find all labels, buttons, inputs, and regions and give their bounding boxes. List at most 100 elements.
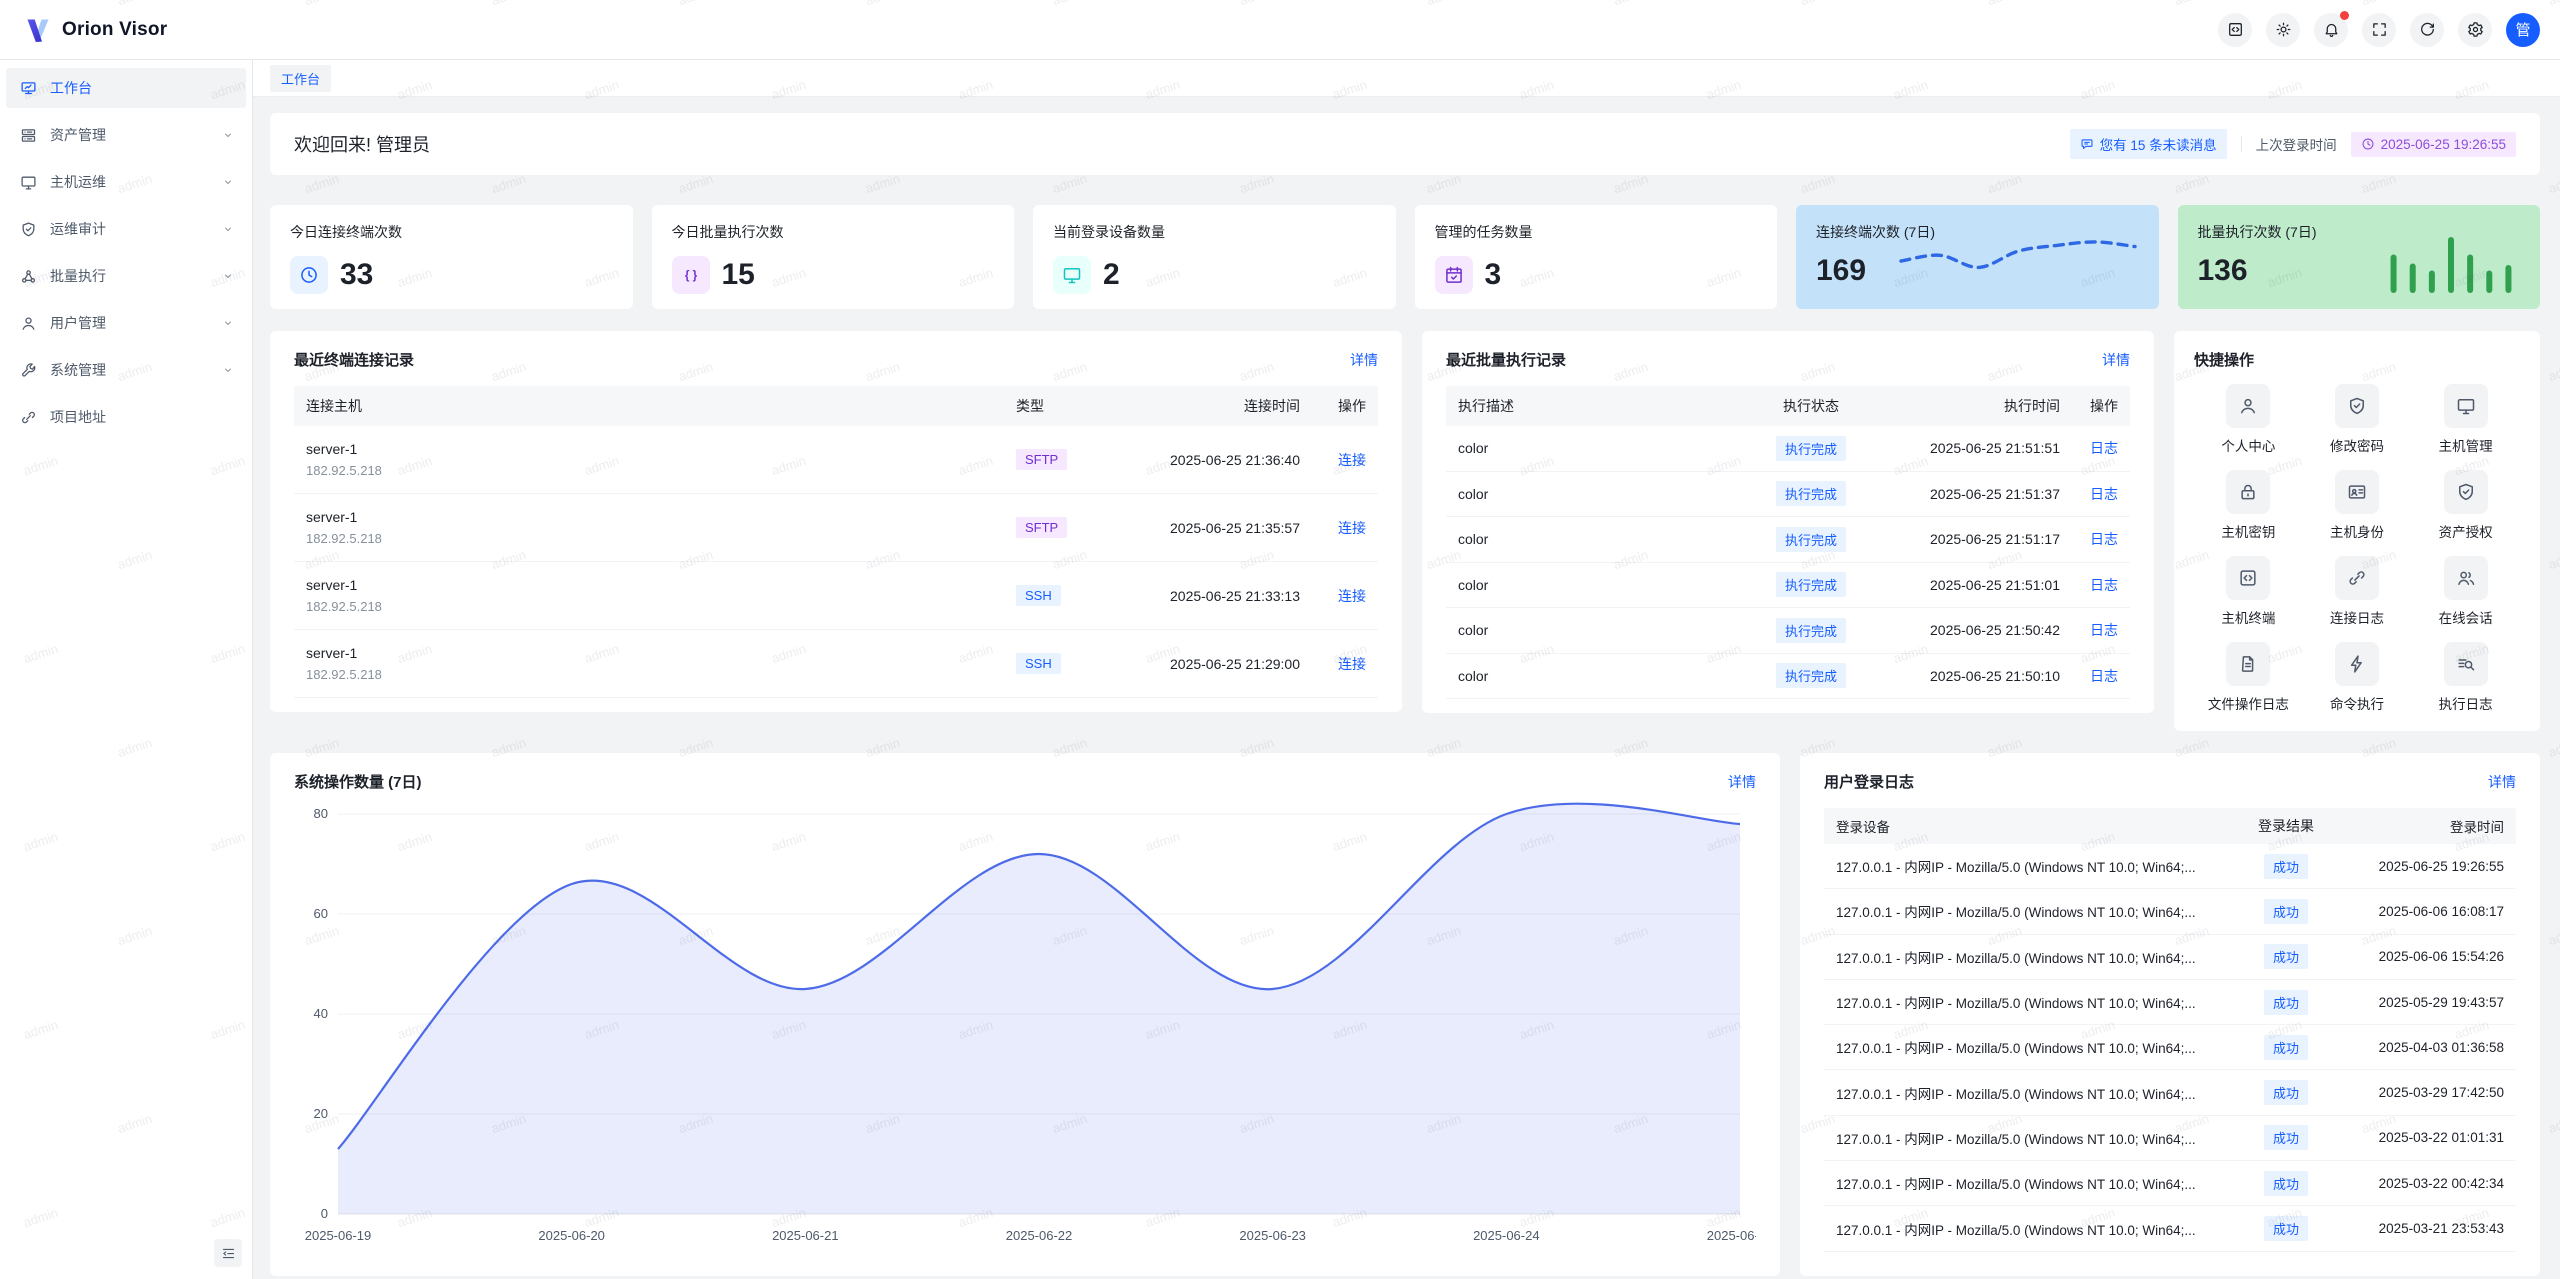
refresh-button[interactable] bbox=[2410, 13, 2444, 47]
connect-link[interactable]: 连接 bbox=[1338, 452, 1366, 468]
notifications-button[interactable] bbox=[2314, 13, 2348, 47]
login-time: 2025-03-21 23:53:43 bbox=[2338, 1221, 2516, 1236]
connect-time: 2025-06-25 21:33:13 bbox=[1100, 588, 1312, 604]
sidebar-item[interactable]: 用户管理 bbox=[6, 303, 246, 343]
status-badge: 执行完成 bbox=[1776, 618, 1846, 643]
quick-op-label: 文件操作日志 bbox=[2208, 693, 2289, 713]
sidebar-item[interactable]: 批量执行 bbox=[6, 256, 246, 296]
sidebar-item[interactable]: 运维审计 bbox=[6, 209, 246, 249]
exec-time: 2025-06-25 21:51:51 bbox=[1876, 440, 2072, 456]
terminal-detail-link[interactable]: 详情 bbox=[1350, 350, 1378, 370]
table-row: 127.0.0.1 - 内网IP - Mozilla/5.0 (Windows … bbox=[1824, 844, 2516, 889]
log-link[interactable]: 日志 bbox=[2090, 622, 2118, 638]
topbar: Orion Visor bbox=[0, 0, 2560, 60]
table-row: color 执行完成 2025-06-25 21:50:42 日志 bbox=[1446, 608, 2130, 654]
sidebar-item-icon bbox=[20, 80, 37, 97]
quick-op-label: 主机终端 bbox=[2221, 607, 2275, 627]
table-row: color 执行完成 2025-06-25 21:51:51 日志 bbox=[1446, 426, 2130, 472]
panel-title: 最近终端连接记录 bbox=[294, 349, 414, 370]
login-time: 2025-05-29 19:43:57 bbox=[2338, 995, 2516, 1010]
host-name: server-1 bbox=[306, 645, 992, 661]
quick-ops-panel: 快捷操作 个人中心 修改密码 bbox=[2174, 331, 2540, 731]
exec-time: 2025-06-25 21:50:10 bbox=[1876, 668, 2072, 684]
quick-op-item[interactable]: 在线会话 bbox=[2411, 556, 2520, 627]
quick-op-item[interactable]: 主机密钥 bbox=[2194, 470, 2303, 541]
quick-op-item[interactable]: 连接日志 bbox=[2303, 556, 2412, 627]
login-device: 127.0.0.1 - 内网IP - Mozilla/5.0 (Windows … bbox=[1824, 901, 2234, 921]
quick-op-icon bbox=[2335, 384, 2379, 428]
svg-text:2025-06-20: 2025-06-20 bbox=[538, 1228, 605, 1243]
quick-op-item[interactable]: 主机管理 bbox=[2411, 384, 2520, 455]
sidebar-item-label: 系统管理 bbox=[50, 360, 222, 380]
quick-op-label: 执行日志 bbox=[2439, 693, 2493, 713]
table-row: color 执行完成 2025-06-25 21:51:37 日志 bbox=[1446, 472, 2130, 518]
login-time: 2025-03-22 01:01:31 bbox=[2338, 1130, 2516, 1145]
log-link[interactable]: 日志 bbox=[2090, 531, 2118, 547]
fullscreen-button[interactable] bbox=[2362, 13, 2396, 47]
log-link[interactable]: 日志 bbox=[2090, 486, 2118, 502]
exec-sparkbar bbox=[2384, 233, 2518, 298]
sidebar-item-label: 批量执行 bbox=[50, 266, 222, 286]
log-link[interactable]: 日志 bbox=[2090, 668, 2118, 684]
exec-desc: color bbox=[1446, 577, 1746, 593]
sidebar-item[interactable]: 资产管理 bbox=[6, 115, 246, 155]
quick-op-icon bbox=[2335, 556, 2379, 600]
status-badge: 执行完成 bbox=[1776, 663, 1846, 688]
sidebar-item[interactable]: 主机运维 bbox=[6, 162, 246, 202]
result-badge: 成功 bbox=[2264, 990, 2308, 1015]
login-time: 2025-04-03 01:36:58 bbox=[2338, 1040, 2516, 1055]
svg-text:2025-06-22: 2025-06-22 bbox=[1006, 1228, 1073, 1243]
sidebar: 工作台 资产管理 主机运维 运维审计 bbox=[0, 60, 253, 1279]
table-header: 登录设备 登录结果 登录时间 bbox=[1824, 808, 2516, 844]
connect-time: 2025-06-25 21:36:40 bbox=[1100, 452, 1312, 468]
sidebar-item-label: 工作台 bbox=[50, 78, 234, 98]
login-detail-link[interactable]: 详情 bbox=[2488, 772, 2516, 792]
stat-label: 今日批量执行次数 bbox=[672, 222, 995, 242]
connect-link[interactable]: 连接 bbox=[1338, 520, 1366, 536]
quick-op-item[interactable]: 资产授权 bbox=[2411, 470, 2520, 541]
exec-time: 2025-06-25 21:51:17 bbox=[1876, 531, 2072, 547]
code-theme-button[interactable] bbox=[2218, 13, 2252, 47]
quick-op-item[interactable]: 执行日志 bbox=[2411, 642, 2520, 713]
result-badge: 成功 bbox=[2264, 1080, 2308, 1105]
sidebar-collapse-button[interactable] bbox=[214, 1239, 242, 1267]
quick-op-icon bbox=[2444, 470, 2488, 514]
result-badge: 成功 bbox=[2264, 899, 2308, 924]
breadcrumb-item[interactable]: 工作台 bbox=[270, 65, 331, 92]
type-badge: SFTP bbox=[1016, 517, 1067, 538]
stat-card: 当前登录设备数量 2 bbox=[1033, 205, 1396, 309]
sidebar-item[interactable]: 系统管理 bbox=[6, 350, 246, 390]
quick-op-item[interactable]: 命令执行 bbox=[2303, 642, 2412, 713]
welcome-card: 欢迎回来! 管理员 您有 15 条未读消息 上次登录时间 2025-06-25 … bbox=[270, 113, 2540, 175]
log-link[interactable]: 日志 bbox=[2090, 440, 2118, 456]
connect-link[interactable]: 连接 bbox=[1338, 656, 1366, 672]
chart-detail-link[interactable]: 详情 bbox=[1728, 772, 1756, 792]
panel-title: 快捷操作 bbox=[2194, 352, 2254, 369]
quick-op-item[interactable]: 文件操作日志 bbox=[2194, 642, 2303, 713]
table-row: color 执行完成 2025-06-25 21:51:01 日志 bbox=[1446, 563, 2130, 609]
exec-time: 2025-06-25 21:51:37 bbox=[1876, 486, 2072, 502]
stat-value: 15 bbox=[722, 258, 755, 292]
host-ip: 182.92.5.218 bbox=[306, 531, 992, 546]
quick-op-icon bbox=[2335, 470, 2379, 514]
chart-title: 系统操作数量 (7日) bbox=[294, 771, 422, 792]
log-link[interactable]: 日志 bbox=[2090, 577, 2118, 593]
batch-detail-link[interactable]: 详情 bbox=[2102, 350, 2130, 370]
quick-op-item[interactable]: 个人中心 bbox=[2194, 384, 2303, 455]
sidebar-item[interactable]: 项目地址 bbox=[6, 397, 246, 437]
quick-op-label: 修改密码 bbox=[2330, 435, 2384, 455]
svg-text:2025-06-19: 2025-06-19 bbox=[305, 1228, 372, 1243]
table-row: 127.0.0.1 - 内网IP - Mozilla/5.0 (Windows … bbox=[1824, 889, 2516, 934]
sidebar-item[interactable]: 工作台 bbox=[6, 68, 246, 108]
table-row: server-1 182.92.5.218 SFTP 2025-06-25 21… bbox=[294, 494, 1378, 562]
svg-text:40: 40 bbox=[314, 1006, 328, 1021]
user-avatar[interactable]: 管 bbox=[2506, 13, 2540, 47]
unread-messages-badge[interactable]: 您有 15 条未读消息 bbox=[2070, 129, 2227, 159]
quick-op-item[interactable]: 修改密码 bbox=[2303, 384, 2412, 455]
connect-link[interactable]: 连接 bbox=[1338, 588, 1366, 604]
settings-button[interactable] bbox=[2458, 13, 2492, 47]
exec-desc: color bbox=[1446, 440, 1746, 456]
brightness-button[interactable] bbox=[2266, 13, 2300, 47]
quick-op-item[interactable]: 主机身份 bbox=[2303, 470, 2412, 541]
quick-op-item[interactable]: 主机终端 bbox=[2194, 556, 2303, 627]
